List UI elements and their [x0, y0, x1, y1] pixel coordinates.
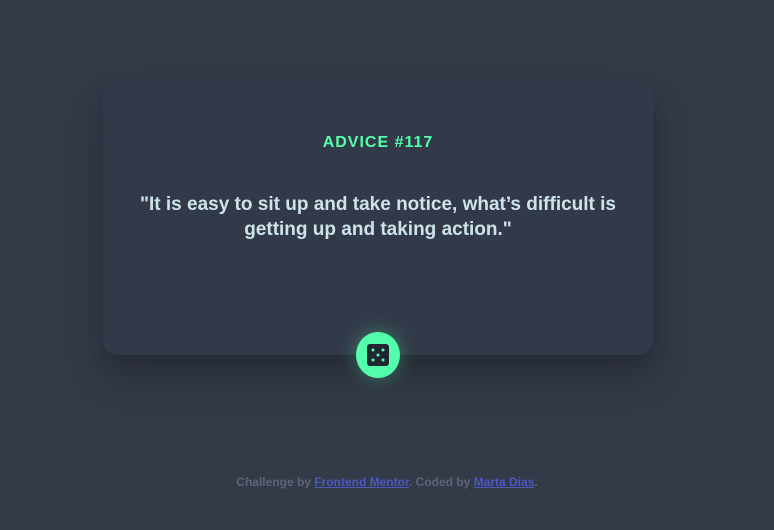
dice-icon [367, 344, 389, 366]
author-link[interactable]: Marta Dias [474, 475, 535, 489]
advice-quote: "It is easy to sit up and take notice, w… [139, 194, 616, 240]
new-advice-button[interactable] [356, 332, 400, 378]
attribution-middle: . Coded by [408, 475, 471, 489]
advice-card: ADVICE #117 "It is easy to sit up and ta… [103, 83, 653, 355]
attribution-prefix: Challenge by [236, 475, 311, 489]
advice-id: ADVICE #117 [322, 134, 434, 151]
attribution-footer: Challenge by Frontend Mentor. Coded by M… [0, 474, 774, 490]
attribution-suffix: . [534, 475, 538, 489]
frontend-mentor-link[interactable]: Frontend Mentor [314, 475, 409, 489]
